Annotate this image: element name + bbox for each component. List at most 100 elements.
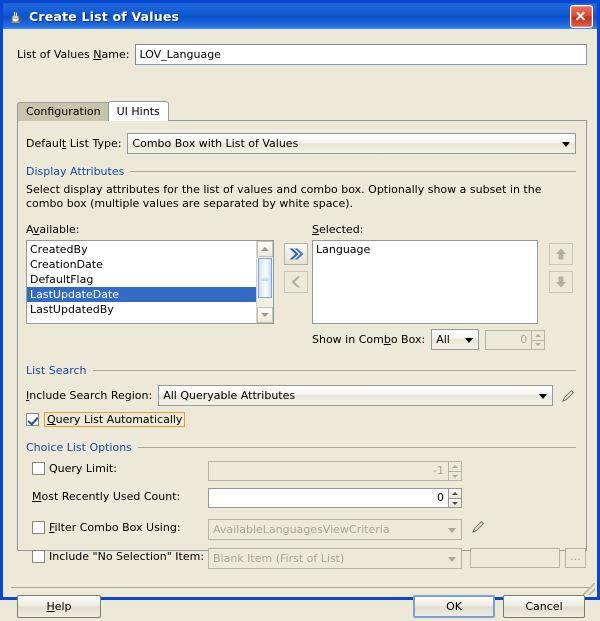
available-list-scrollbar[interactable] [256,241,273,323]
filter-combo-box-label: Filter Combo Box Using: [49,521,181,534]
filter-combo-box-select: AvailableLanguagesViewCriteria [208,519,462,540]
mru-count-value[interactable]: 0 [208,488,448,508]
query-limit-spinner: -1 [208,461,462,481]
list-item[interactable]: Language [313,242,537,257]
list-search-group-title: List Search [26,364,576,377]
no-selection-item-row: Include "No Selection" Item: [32,550,204,563]
scrollbar-thumb[interactable] [258,258,272,298]
spinner-buttons [448,461,462,481]
default-list-type-row: Default List Type: Combo Box with List o… [26,133,576,154]
ui-hints-panel: Default List Type: Combo Box with List o… [17,120,587,551]
dialog-body: List of Values Name: Configuration UI Hi… [3,29,597,597]
window-title: Create List of Values [29,9,570,24]
scroll-up-icon[interactable] [257,241,273,257]
list-item[interactable]: DefaultFlag [27,272,256,287]
cancel-button[interactable]: Cancel [503,595,585,618]
spinner-down-icon [448,471,462,481]
default-list-type-value: Combo Box with List of Values [132,137,298,150]
chevron-down-icon [562,142,570,147]
show-in-combo-box-row: Show in Combo Box: All 0 [312,329,545,350]
show-in-combo-box-select[interactable]: All [431,329,479,350]
chevron-down-icon [465,338,473,343]
selected-items: Language [313,241,537,323]
mru-count-spinner[interactable]: 0 [208,488,462,508]
double-chevron-right-icon [289,248,304,261]
dialog-button-bar: Help OK Cancel [3,595,597,621]
list-item[interactable]: CreationDate [27,257,256,272]
group-divider [93,370,576,371]
spinner-buttons [531,330,545,350]
show-in-combo-box-label: Show in Combo Box: [312,333,425,346]
no-selection-item-label: Include "No Selection" Item: [49,550,204,563]
include-search-region-combo[interactable]: All Queryable Attributes [158,385,553,406]
list-item[interactable]: LastUpdatedBy [27,302,256,317]
chevron-left-icon [291,276,302,289]
no-selection-browse-button: ... [565,548,586,568]
spinner-down-icon[interactable] [448,498,462,508]
title-bar: Create List of Values [3,3,597,29]
help-button[interactable]: Help [17,595,101,618]
mru-count-label: Most Recently Used Count: [32,490,180,503]
chevron-down-icon [448,528,456,533]
filter-combo-box-checkbox[interactable] [32,521,45,534]
group-divider [130,171,576,172]
spinner-up-icon [448,461,462,471]
query-list-automatically-row: Query List Automatically [26,412,185,427]
display-attributes-description: Select display attributes for the list o… [26,183,574,211]
available-label-row: Available: [26,223,80,236]
resize-grip-icon[interactable] [583,583,595,595]
query-limit-label: Query Limit: [49,462,117,475]
filter-combo-box-row: Filter Combo Box Using: [32,521,181,534]
query-list-automatically-checkbox[interactable] [26,413,39,426]
include-search-region-row: Include Search Region: All Queryable Att… [26,385,576,406]
tab-strip: Configuration UI Hints [17,101,587,121]
tab-ui-hints[interactable]: UI Hints [108,101,169,121]
spinner-down-icon [531,340,545,350]
no-selection-item-checkbox[interactable] [32,550,45,563]
show-in-combo-box-value: All [436,333,450,346]
available-items: CreatedBy CreationDate DefaultFlag LastU… [27,241,256,323]
selected-listbox[interactable]: Language [312,240,538,324]
footer-divider [11,587,589,588]
default-list-type-combo[interactable]: Combo Box with List of Values [127,133,576,154]
edit-filter-criteria-pencil-icon[interactable] [470,519,486,535]
java-coffee-cup-icon [8,8,24,24]
list-item[interactable]: CreatedBy [27,242,256,257]
arrow-down-icon [555,276,568,289]
ok-button[interactable]: OK [413,595,495,618]
close-icon[interactable] [570,5,593,28]
create-list-of-values-dialog: Create List of Values List of Values Nam… [0,0,600,600]
mru-count-row: Most Recently Used Count: [32,490,180,503]
selected-label: Selected: [312,223,363,236]
list-search-group-label: List Search [26,364,93,377]
query-list-automatically-label[interactable]: Query List Automatically [44,412,185,427]
move-down-button [549,271,573,293]
include-search-region-label: Include Search Region: [26,389,152,402]
query-limit-value: -1 [208,461,448,481]
spinner-buttons[interactable] [448,488,462,508]
chevron-down-icon [448,557,456,562]
query-limit-checkbox[interactable] [32,462,45,475]
group-divider [138,447,576,448]
choice-list-options-group-label: Choice List Options [26,441,138,454]
edit-search-region-pencil-icon[interactable] [560,388,576,404]
lov-name-row: List of Values Name: [17,43,587,65]
list-item[interactable]: LastUpdateDate [27,287,256,302]
no-selection-item-text [470,548,560,568]
no-selection-item-value: Blank Item (First of List) [213,552,344,565]
tab-configuration[interactable]: Configuration [17,102,110,121]
spinner-up-icon[interactable] [448,488,462,498]
arrow-up-icon [555,248,568,261]
lov-name-input[interactable] [135,44,587,65]
display-attributes-group-title: Display Attributes [26,165,576,178]
available-listbox[interactable]: CreatedBy CreationDate DefaultFlag LastU… [26,240,274,324]
move-up-button [549,243,573,265]
available-label: Available: [26,223,80,236]
chevron-down-icon [539,394,547,399]
lov-name-label: List of Values Name: [17,48,129,61]
scroll-down-icon[interactable] [257,307,273,323]
show-in-combo-box-count-spinner: 0 [485,330,545,350]
query-limit-row: Query Limit: [32,462,117,475]
move-right-button[interactable] [284,243,308,265]
selected-label-row: Selected: [312,223,363,236]
